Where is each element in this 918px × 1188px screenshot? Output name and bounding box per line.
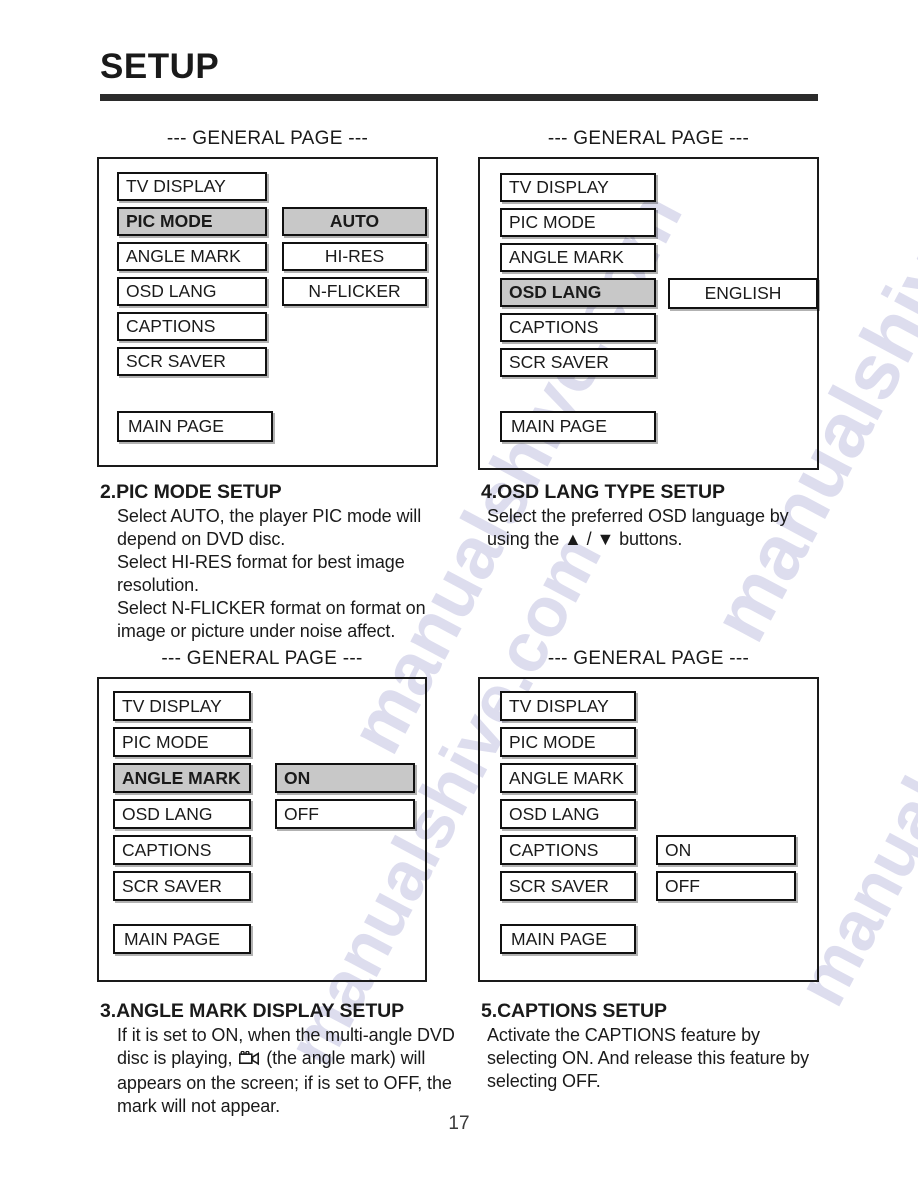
osd-menu-item-tv-display[interactable]: TV DISPLAY xyxy=(500,691,636,721)
osd-main-page-button[interactable]: MAIN PAGE xyxy=(113,924,251,954)
osd-main-page-button[interactable]: MAIN PAGE xyxy=(500,924,636,954)
osd-option-list: AUTO HI-RES N-FLICKER xyxy=(282,207,427,312)
osd-panel-caption: --- GENERAL PAGE --- xyxy=(547,128,750,149)
osd-menu-item-scr-saver[interactable]: SCR SAVER xyxy=(117,347,267,376)
osd-screen: TV DISPLAY PIC MODE ANGLE MARK OSD LANG … xyxy=(97,157,438,467)
osd-menu-item-scr-saver[interactable]: SCR SAVER xyxy=(113,871,251,901)
osd-menu-item-captions[interactable]: CAPTIONS xyxy=(113,835,251,865)
osd-option-off[interactable]: OFF xyxy=(275,799,415,829)
section-body: Activate the CAPTIONS feature by selecti… xyxy=(487,1025,810,1091)
section-heading: 5.CAPTIONS SETUP xyxy=(481,1000,667,1022)
osd-menu-list: TV DISPLAY PIC MODE ANGLE MARK OSD LANG … xyxy=(500,691,636,907)
osd-menu-item-angle-mark[interactable]: ANGLE MARK xyxy=(113,763,251,793)
osd-screen: TV DISPLAY PIC MODE ANGLE MARK OSD LANG … xyxy=(478,677,819,982)
osd-screen: TV DISPLAY PIC MODE ANGLE MARK OSD LANG … xyxy=(97,677,427,982)
osd-menu-item-osd-lang[interactable]: OSD LANG xyxy=(117,277,267,306)
section-body: Select the preferred OSD language by usi… xyxy=(487,506,789,549)
section-angle-mark: 3.ANGLE MARK DISPLAY SETUP If it is set … xyxy=(100,1000,460,1118)
section-pic-mode: 2.PIC MODE SETUP Select AUTO, the player… xyxy=(100,481,450,643)
osd-panel-caption: --- GENERAL PAGE --- xyxy=(161,648,363,669)
angle-mark-camera-icon xyxy=(239,1049,260,1072)
osd-menu-item-osd-lang[interactable]: OSD LANG xyxy=(113,799,251,829)
osd-menu-item-osd-lang[interactable]: OSD LANG xyxy=(500,799,636,829)
osd-menu-item-osd-lang[interactable]: OSD LANG xyxy=(500,278,656,307)
osd-screen: TV DISPLAY PIC MODE ANGLE MARK OSD LANG … xyxy=(478,157,819,470)
osd-menu-item-scr-saver[interactable]: SCR SAVER xyxy=(500,871,636,901)
osd-menu-item-angle-mark[interactable]: ANGLE MARK xyxy=(500,763,636,793)
osd-menu-item-tv-display[interactable]: TV DISPLAY xyxy=(117,172,267,201)
osd-panel-pic-mode: --- GENERAL PAGE --- TV DISPLAY PIC MODE… xyxy=(97,128,438,467)
osd-menu-item-captions[interactable]: CAPTIONS xyxy=(500,313,656,342)
osd-menu-item-captions[interactable]: CAPTIONS xyxy=(500,835,636,865)
section-body: If it is set to ON, when the multi-angle… xyxy=(117,1024,460,1118)
osd-panel-caption: --- GENERAL PAGE --- xyxy=(547,648,750,669)
osd-option-off[interactable]: OFF xyxy=(656,871,796,901)
osd-menu-item-tv-display[interactable]: TV DISPLAY xyxy=(113,691,251,721)
osd-menu-list: TV DISPLAY PIC MODE ANGLE MARK OSD LANG … xyxy=(117,172,267,382)
osd-option-list: ENGLISH xyxy=(668,278,818,315)
osd-menu-item-angle-mark[interactable]: ANGLE MARK xyxy=(117,242,267,271)
section-body: Select AUTO, the player PIC mode will de… xyxy=(117,506,426,641)
osd-menu-item-pic-mode[interactable]: PIC MODE xyxy=(500,727,636,757)
osd-main-page-button[interactable]: MAIN PAGE xyxy=(500,411,656,442)
osd-panel-captions: --- GENERAL PAGE --- TV DISPLAY PIC MODE… xyxy=(478,648,819,982)
osd-menu-item-pic-mode[interactable]: PIC MODE xyxy=(117,207,267,236)
section-osd-lang: 4.OSD LANG TYPE SETUP Select the preferr… xyxy=(481,481,831,551)
osd-option-auto[interactable]: AUTO xyxy=(282,207,427,236)
osd-main-page-button[interactable]: MAIN PAGE xyxy=(117,411,273,442)
osd-option-hi-res[interactable]: HI-RES xyxy=(282,242,427,271)
osd-panel-osd-lang: --- GENERAL PAGE --- TV DISPLAY PIC MODE… xyxy=(478,128,819,470)
osd-option-list: ON OFF xyxy=(275,763,415,835)
osd-menu-item-pic-mode[interactable]: PIC MODE xyxy=(113,727,251,757)
osd-menu-item-tv-display[interactable]: TV DISPLAY xyxy=(500,173,656,202)
osd-panel-caption: --- GENERAL PAGE --- xyxy=(166,128,369,149)
title-underline-rule xyxy=(100,94,818,101)
osd-panel-angle-mark: --- GENERAL PAGE --- TV DISPLAY PIC MODE… xyxy=(97,648,427,982)
osd-option-on[interactable]: ON xyxy=(275,763,415,793)
osd-option-english[interactable]: ENGLISH xyxy=(668,278,818,309)
section-heading: 4.OSD LANG TYPE SETUP xyxy=(481,481,725,503)
section-heading: 3.ANGLE MARK DISPLAY SETUP xyxy=(100,1000,405,1022)
page-number: 17 xyxy=(448,1113,470,1134)
page-title: SETUP xyxy=(100,47,220,86)
osd-menu-item-captions[interactable]: CAPTIONS xyxy=(117,312,267,341)
osd-option-list: ON OFF xyxy=(656,835,796,907)
osd-menu-item-pic-mode[interactable]: PIC MODE xyxy=(500,208,656,237)
osd-menu-list: TV DISPLAY PIC MODE ANGLE MARK OSD LANG … xyxy=(500,173,656,383)
osd-option-on[interactable]: ON xyxy=(656,835,796,865)
section-heading: 2.PIC MODE SETUP xyxy=(100,481,282,503)
section-captions: 5.CAPTIONS SETUP Activate the CAPTIONS f… xyxy=(481,1000,831,1093)
osd-menu-item-scr-saver[interactable]: SCR SAVER xyxy=(500,348,656,377)
osd-menu-item-angle-mark[interactable]: ANGLE MARK xyxy=(500,243,656,272)
osd-option-n-flicker[interactable]: N-FLICKER xyxy=(282,277,427,306)
osd-menu-list: TV DISPLAY PIC MODE ANGLE MARK OSD LANG … xyxy=(113,691,251,907)
